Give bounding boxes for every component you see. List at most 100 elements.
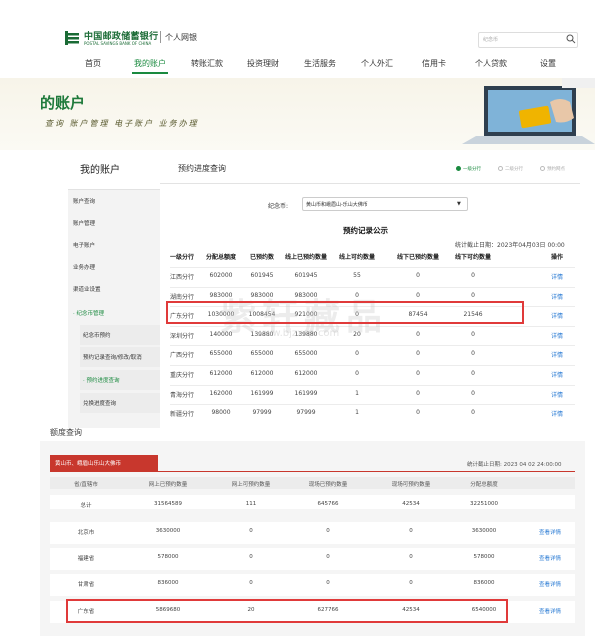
table-cell: 0: [416, 409, 420, 417]
quota-stats-date: 统计截止日期: 2023 04 02 24:00:00: [467, 462, 562, 468]
details-link[interactable]: 详情: [551, 272, 563, 281]
bank-logo-icon[interactable]: [64, 30, 80, 46]
quota-cell: 3630000: [155, 528, 181, 534]
table-cell: 655000: [209, 350, 233, 358]
stats-date: 统计截止日期：2023年04月03日 00:00: [455, 242, 565, 249]
table-cell: 0: [416, 370, 420, 377]
logo-divider: [160, 31, 161, 43]
table-cell: 湖南分行: [169, 293, 195, 301]
quota-details-link[interactable]: 查看详情: [539, 607, 561, 615]
quota-details-link[interactable]: 查看详情: [539, 528, 561, 536]
details-link[interactable]: 详情: [551, 311, 563, 320]
details-link[interactable]: 详情: [551, 370, 563, 379]
sidebar-item-account-management[interactable]: 账户管理: [73, 219, 95, 227]
quota-cell: 836000: [157, 580, 179, 586]
highlight-guangdong-row: [166, 301, 524, 324]
quota-cell: 578000: [473, 554, 495, 560]
quota-details-link[interactable]: 查看详情: [539, 554, 561, 562]
coin-select-value: 黄山币和峨眉山-乐山大佛币: [306, 202, 368, 208]
table-cell: 601945: [294, 272, 318, 279]
step-label: 一级分行: [463, 167, 481, 172]
sidebar-item-business[interactable]: 业务办理: [73, 263, 95, 271]
sidebar-sub-record-query[interactable]: 预约记录查询/修改/取消: [80, 347, 160, 367]
table-cell: 612000: [250, 370, 274, 377]
nav-credit-card[interactable]: 信用卡: [422, 58, 446, 69]
sidebar-sub-progress-query[interactable]: · 预约进度查询: [80, 370, 160, 390]
quota-header-cell: 现场已预约数量: [308, 482, 348, 488]
step-label: 预约网点: [547, 167, 565, 172]
table-cell: 1: [355, 389, 359, 397]
quota-cell: 32251000: [470, 501, 498, 507]
banner-subtitle: 查询 账户管理 电子账户 业务办理: [45, 119, 199, 128]
nav-home[interactable]: 首页: [85, 58, 101, 69]
details-link[interactable]: 详情: [551, 292, 563, 301]
nav-investment[interactable]: 投资理财: [247, 58, 279, 69]
search-icon[interactable]: [566, 34, 576, 44]
quota-tab-underline: [50, 471, 575, 472]
quota-header-cell: 现场可预约数量: [391, 482, 431, 488]
quota-row: [50, 548, 575, 570]
chevron-down-icon[interactable]: ▼: [457, 201, 461, 207]
table-header-cell: 已预约数: [249, 254, 275, 261]
table-header-cell: 线下可约数量: [454, 254, 492, 261]
quota-details-link[interactable]: 查看详情: [539, 580, 561, 588]
table-cell: 0: [471, 350, 475, 358]
quota-cell: 0: [249, 554, 253, 560]
sidebar-title: 我的账户: [80, 165, 120, 176]
table-header-cell: 操作: [550, 254, 564, 261]
quota-cell: 0: [249, 528, 253, 534]
site-label: 个人网银: [165, 33, 197, 42]
quota-cell: 42534: [402, 501, 420, 507]
quota-header-cell: 网上已预约数量: [148, 482, 188, 488]
quota-cell: 0: [249, 580, 253, 586]
table-header-cell: 分配总额度: [205, 254, 237, 261]
quota-cell: 0: [326, 528, 330, 534]
sidebar-sub-coin-reservation[interactable]: 纪念币预约: [80, 325, 160, 345]
nav-settings[interactable]: 设置: [540, 58, 556, 69]
table-cell: 161999: [250, 389, 274, 397]
table-row: [170, 365, 575, 366]
table-cell: 612000: [209, 370, 233, 377]
sidebar-sub-exchange-query[interactable]: 兑换进度查询: [80, 393, 160, 413]
sidebar-item-channel-settings[interactable]: 渠道业设置: [73, 285, 101, 293]
title-divider: [160, 183, 580, 184]
table-header-cell: 线上可约数量: [338, 254, 376, 261]
details-link[interactable]: 详情: [551, 331, 563, 340]
nav-life-services[interactable]: 生活服务: [304, 58, 336, 69]
table-cell: 江西分行: [169, 274, 195, 281]
step-second-branch[interactable]: 二级分行: [498, 166, 523, 172]
table-cell: 0: [416, 272, 420, 279]
quota-header-cell: 分配总额度: [470, 482, 498, 488]
table-cell: 青海分行: [169, 391, 195, 399]
quota-row: [50, 574, 575, 596]
laptop-card-illustration: [462, 78, 595, 144]
sidebar-item-e-account[interactable]: 电子账户: [73, 241, 95, 249]
step-dot-icon: [456, 166, 461, 171]
page: 中国邮政储蓄银行 POSTAL SAVINGS BANK OF CHINA 个人…: [0, 0, 595, 636]
quota-cell: 0: [326, 580, 330, 586]
table-header-cell: 线下已预约数量: [396, 254, 440, 261]
nav-transfer[interactable]: 转账汇款: [191, 58, 223, 69]
quota-cell: 0: [409, 554, 413, 560]
quota-header-cell: 省/直辖市: [74, 482, 98, 488]
table-cell: 0: [416, 389, 420, 397]
nav-foreign-exchange[interactable]: 个人外汇: [361, 58, 393, 69]
quota-cell: 111: [245, 501, 257, 507]
quota-cell: 578000: [157, 554, 179, 560]
nav-personal-loan[interactable]: 个人贷款: [475, 58, 507, 69]
table-cell: 0: [471, 330, 475, 338]
sidebar-item-account-query[interactable]: 账户查询: [73, 197, 95, 205]
table-cell: 0: [355, 370, 359, 377]
quota-cell: 0: [409, 580, 413, 586]
details-link[interactable]: 详情: [551, 409, 563, 418]
step-first-branch[interactable]: 一级分行: [456, 166, 481, 172]
sidebar-item-coin-management[interactable]: · 纪念币管理: [73, 309, 104, 317]
table-cell: 601945: [250, 272, 274, 279]
table-row: [170, 384, 575, 386]
details-link[interactable]: 详情: [551, 350, 563, 359]
table-cell: 0: [471, 272, 475, 279]
step-outlet[interactable]: 预约网点: [540, 166, 565, 172]
details-link[interactable]: 详情: [551, 390, 563, 399]
nav-my-account[interactable]: 我的账户: [134, 58, 166, 69]
table-cell: 0: [471, 409, 475, 417]
